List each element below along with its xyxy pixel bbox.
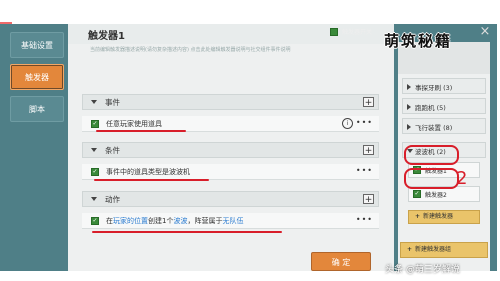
trigger-description[interactable]: 当前编辑触发器描述说明(请勿复杂描述内容) 点击此处编辑触发器说明与社交组件事件… xyxy=(90,46,291,53)
trigger-toggle-label: 触发器开关 xyxy=(342,29,373,36)
action-label: 动作 xyxy=(105,195,120,204)
action-text: 在玩家的位置创建1个波波，阵营属于无队伍 xyxy=(106,217,244,225)
condition-label: 条件 xyxy=(105,146,120,155)
screenshot: 基础设置 触发器 脚本 触发器1 当前编辑触发器描述说明(请勿复杂描述内容) 点… xyxy=(0,0,500,281)
trigger-editor: 触发器1 当前编辑触发器描述说明(请勿复杂描述内容) 点击此处编辑触发器说明与社… xyxy=(68,24,394,271)
event-more-icon[interactable]: ••• xyxy=(356,118,373,127)
expand-triangle-icon[interactable] xyxy=(407,84,411,90)
condition-row[interactable]: ✓ 事件中的道具类型是波波机 ••• xyxy=(82,164,379,180)
nav-triggers[interactable]: 触发器 xyxy=(10,64,64,90)
red-underline xyxy=(96,130,186,132)
action-row[interactable]: ✓ 在玩家的位置创建1个波波，阵营属于无队伍 ••• xyxy=(82,213,379,229)
confirm-button[interactable]: 确 定 xyxy=(311,252,371,271)
condition-section-header[interactable]: 条件 + xyxy=(82,142,379,158)
collapse-triangle-icon[interactable] xyxy=(91,197,97,201)
nav-basic-settings[interactable]: 基础设置 xyxy=(10,32,64,58)
left-nav: 基础设置 触发器 脚本 xyxy=(10,32,64,128)
trigger-toggle-check-icon[interactable] xyxy=(330,28,338,36)
trigger-title[interactable]: 触发器1 xyxy=(88,27,125,42)
new-trigger-group-button[interactable]: + 新建触发器组 xyxy=(400,242,488,258)
condition-check-icon[interactable]: ✓ xyxy=(91,168,99,176)
red-underline xyxy=(94,179,209,181)
event-label: 事件 xyxy=(105,98,120,107)
group-item[interactable]: 飞行装置 (8) xyxy=(402,118,486,134)
event-section-header[interactable]: 事件 + xyxy=(82,94,379,110)
new-trigger-button[interactable]: + 新建触发器 xyxy=(408,210,480,224)
add-action-plus-icon[interactable]: + xyxy=(363,194,374,205)
action-section-header[interactable]: 动作 + xyxy=(82,191,379,207)
event-check-icon[interactable]: ✓ xyxy=(91,120,99,128)
event-text: 任意玩家使用道具 xyxy=(106,120,162,128)
trigger-2-check-icon[interactable]: ✓ xyxy=(413,190,421,198)
red-highlight-box xyxy=(404,168,459,189)
collapse-triangle-icon[interactable] xyxy=(91,148,97,152)
nav-scripts[interactable]: 脚本 xyxy=(10,96,64,122)
close-icon[interactable]: × xyxy=(476,24,494,40)
red-underline xyxy=(92,231,282,233)
watermark: 萌筑秘籍 xyxy=(384,32,453,50)
action-check-icon[interactable]: ✓ xyxy=(91,217,99,225)
add-event-plus-icon[interactable]: + xyxy=(363,97,374,108)
info-icon[interactable]: i xyxy=(342,118,353,129)
group-item[interactable]: 事探牙刷 (3) xyxy=(402,78,486,94)
condition-more-icon[interactable]: ••• xyxy=(356,166,373,175)
condition-text: 事件中的道具类型是波波机 xyxy=(106,168,190,176)
expand-triangle-icon[interactable] xyxy=(407,104,411,110)
editor-screen: 基础设置 触发器 脚本 触发器1 当前编辑触发器描述说明(请勿复杂描述内容) 点… xyxy=(0,24,497,271)
collapse-triangle-icon[interactable] xyxy=(91,100,97,104)
red-highlight-box xyxy=(404,145,459,165)
expand-triangle-icon[interactable] xyxy=(407,124,411,130)
annotation-number: 2 xyxy=(456,168,468,189)
action-more-icon[interactable]: ••• xyxy=(356,215,373,224)
credit-watermark: 头条 @萌三岁解说 xyxy=(385,265,460,275)
group-item[interactable]: 跑跑机 (5) xyxy=(402,98,486,114)
add-condition-plus-icon[interactable]: + xyxy=(363,145,374,156)
